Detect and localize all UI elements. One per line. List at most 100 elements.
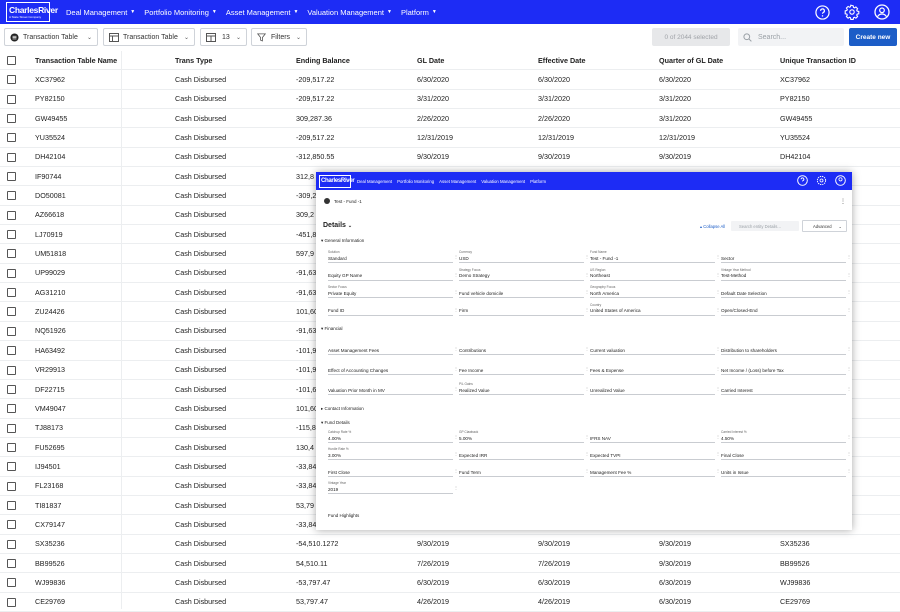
table-row[interactable]: XC37962 Cash Disbursed -209,517.22 6/30/202… [0, 70, 900, 90]
detail-field[interactable]: Hurdle Rate % 3.00% ⋮ [328, 447, 458, 460]
nav-asset-management[interactable]: Asset Management ▼ [226, 8, 299, 17]
create-new-button[interactable]: Create new [849, 28, 897, 46]
row-checkbox[interactable] [7, 326, 16, 336]
detail-field[interactable]: P/L Gains Realized Value ⋮ [459, 382, 589, 395]
charlesriver-logo[interactable]: CharlesRiver A State Street Company [6, 2, 58, 22]
field-menu-icon[interactable]: ⋮ [585, 289, 589, 294]
row-checkbox[interactable] [7, 191, 16, 201]
field-menu-icon[interactable]: ⋮ [454, 386, 458, 391]
field-menu-icon[interactable]: ⋮ [847, 386, 851, 391]
help-icon[interactable] [814, 4, 830, 20]
field-menu-icon[interactable]: ⋮ [847, 468, 851, 473]
columns-select[interactable]: 13 ⌄ [200, 28, 247, 46]
field-menu-icon[interactable]: ⋮ [847, 254, 851, 259]
filters-button[interactable]: Filters ⌄ [251, 28, 307, 46]
table-select[interactable]: Transaction Table ⌄ [103, 28, 195, 46]
detail-field[interactable]: Default Date Selection ⋮ [721, 285, 851, 298]
nav-valuation-management[interactable]: Valuation Management ▼ [307, 8, 392, 17]
search-input[interactable]: Search... [738, 28, 844, 46]
entity-search-input[interactable]: Search entity Details... [731, 221, 799, 231]
field-menu-icon[interactable]: ⋮ [585, 434, 589, 439]
detail-field[interactable]: Equity GP Name ⋮ [328, 268, 458, 281]
row-checkbox[interactable] [7, 365, 16, 375]
column-header[interactable]: Ending Balance [296, 51, 350, 69]
section-contact-information[interactable]: ▸ Contact Information [321, 406, 364, 412]
row-checkbox[interactable] [7, 481, 16, 491]
row-checkbox[interactable] [7, 423, 16, 433]
detail-field[interactable]: Contributions ⋮ [459, 342, 589, 355]
table-row[interactable]: WJ99836 Cash Disbursed -53,797.47 6/30/2019… [0, 573, 900, 593]
field-menu-icon[interactable]: ⋮ [585, 272, 589, 277]
field-menu-icon[interactable]: ⋮ [716, 307, 720, 312]
row-checkbox[interactable] [7, 442, 16, 452]
detail-field[interactable]: Catchup Rate % 4.00% ⋮ [328, 430, 458, 443]
row-checkbox[interactable] [7, 500, 16, 510]
settings-gear-icon[interactable] [816, 175, 827, 186]
row-checkbox[interactable] [7, 94, 16, 104]
detail-field[interactable]: Carried Interest ⋮ [721, 382, 851, 395]
field-menu-icon[interactable]: ⋮ [716, 366, 720, 371]
field-menu-icon[interactable]: ⋮ [454, 434, 458, 439]
column-header[interactable]: Effective Date [538, 51, 586, 69]
detail-field[interactable]: Carried Interest % 4.50% ⋮ [721, 430, 851, 443]
row-checkbox[interactable] [7, 172, 16, 182]
field-menu-icon[interactable]: ⋮ [585, 451, 589, 456]
row-checkbox[interactable] [7, 268, 16, 278]
field-menu-icon[interactable]: ⋮ [585, 468, 589, 473]
row-checkbox[interactable] [7, 152, 16, 162]
detail-field[interactable]: Fees & Expense ⋮ [590, 362, 720, 375]
detail-field[interactable]: Management Fee % ⋮ [590, 464, 720, 477]
user-avatar-icon[interactable] [835, 175, 846, 186]
field-menu-icon[interactable]: ⋮ [847, 366, 851, 371]
field-menu-icon[interactable]: ⋮ [585, 346, 589, 351]
row-checkbox[interactable] [7, 249, 16, 259]
row-checkbox[interactable] [7, 230, 16, 240]
more-options-icon[interactable]: ⋮ [840, 198, 846, 205]
detail-field[interactable]: Strategy Focus Demo Strategy ⋮ [459, 268, 589, 281]
field-menu-icon[interactable]: ⋮ [454, 468, 458, 473]
table-row[interactable]: PY82150 Cash Disbursed -209,517.22 3/31/202… [0, 90, 900, 110]
row-checkbox[interactable] [7, 288, 16, 298]
field-menu-icon[interactable]: ⋮ [847, 289, 851, 294]
table-row[interactable]: SX35236 Cash Disbursed -54,510.1272 9/30/20… [0, 535, 900, 554]
detail-field[interactable]: Final Close ⋮ [721, 447, 851, 460]
detail-field[interactable]: US Region Northeast ⋮ [590, 268, 720, 281]
field-menu-icon[interactable]: ⋮ [847, 346, 851, 351]
row-checkbox[interactable] [7, 384, 16, 394]
nav-platform[interactable]: Platform ▼ [401, 8, 437, 17]
field-menu-icon[interactable]: ⋮ [716, 272, 720, 277]
nav-portfolio-monitoring[interactable]: Portfolio Monitoring [397, 179, 434, 184]
section-fund-highlights[interactable]: Fund Highlights [328, 513, 359, 518]
collapse-all-link[interactable]: ▴ Collapse All [700, 224, 725, 229]
section-financial[interactable]: ▾ Financial [321, 326, 343, 332]
table-row[interactable]: YU35524 Cash Disbursed -209,517.22 12/31/20… [0, 128, 900, 148]
column-header[interactable]: Unique Transaction ID [780, 51, 856, 69]
field-menu-icon[interactable]: ⋮ [716, 434, 720, 439]
field-menu-icon[interactable]: ⋮ [454, 366, 458, 371]
field-menu-icon[interactable]: ⋮ [716, 451, 720, 456]
table-row[interactable]: BB99526 Cash Disbursed 54,510.11 7/26/2019 7… [0, 554, 900, 574]
charlesriver-logo[interactable]: CharlesRiver [319, 174, 355, 188]
section-general-information[interactable]: ▾ General Information [321, 238, 364, 244]
detail-field[interactable]: Open/Closed-End ⋮ [721, 303, 851, 316]
detail-field[interactable]: Vintage Year 2019 ⋮ [328, 481, 458, 494]
detail-field[interactable]: Fund ID ⋮ [328, 303, 458, 316]
nav-asset-management[interactable]: Asset Management [439, 179, 476, 184]
detail-field[interactable]: Expected TVPI ⋮ [590, 447, 720, 460]
row-checkbox[interactable] [7, 539, 16, 549]
detail-field[interactable]: Sector Focus Private Equity ⋮ [328, 285, 458, 298]
nav-valuation-management[interactable]: Valuation Management [481, 179, 525, 184]
detail-field[interactable]: Fee Income ⋮ [459, 362, 589, 375]
field-menu-icon[interactable]: ⋮ [454, 254, 458, 259]
row-checkbox[interactable] [7, 520, 16, 530]
detail-field[interactable]: Solution Standard ⋮ [328, 250, 458, 263]
detail-field[interactable]: Effect of Accounting Changes ⋮ [328, 362, 458, 375]
field-menu-icon[interactable]: ⋮ [716, 254, 720, 259]
nav-deal-management[interactable]: Deal Management ▼ [66, 8, 135, 17]
detail-field[interactable]: Geography Focus North America ⋮ [590, 285, 720, 298]
row-checkbox[interactable] [7, 75, 16, 85]
field-menu-icon[interactable]: ⋮ [716, 289, 720, 294]
table-row[interactable]: CE29769 Cash Disbursed 53,797.47 4/26/2019 4… [0, 593, 900, 612]
field-menu-icon[interactable]: ⋮ [716, 468, 720, 473]
detail-field[interactable]: Sector ⋮ [721, 250, 851, 263]
